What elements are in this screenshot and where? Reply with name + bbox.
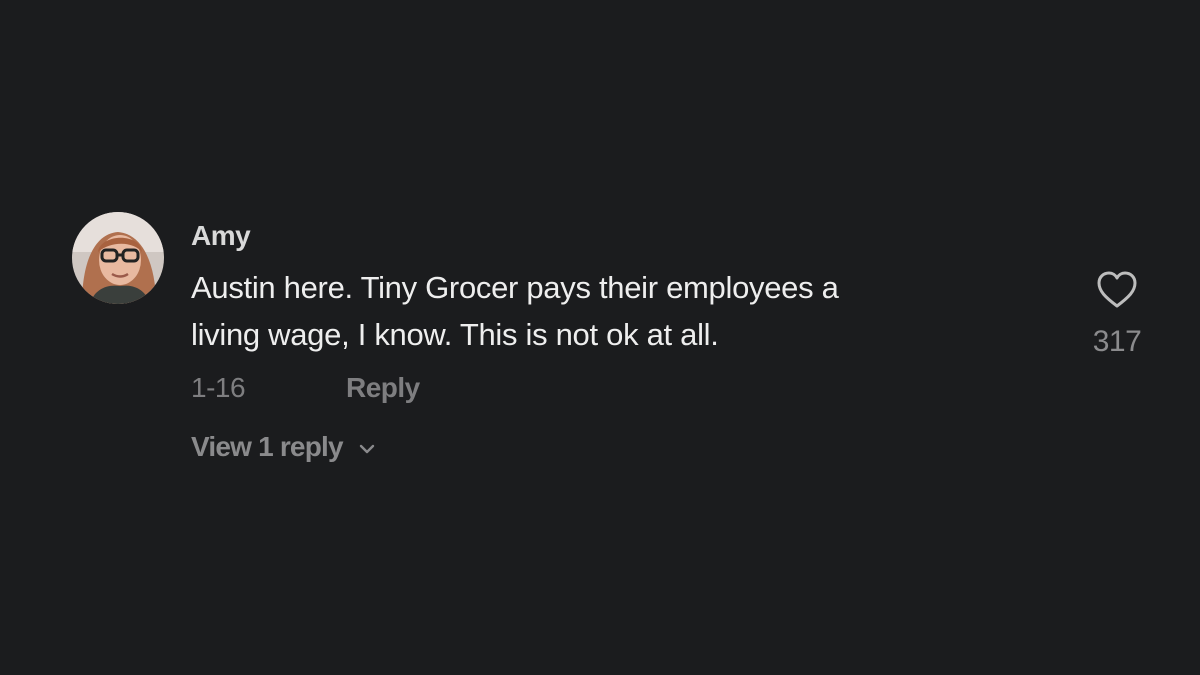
comment-text-line-2: living wage, I know. This is not ok at a…	[191, 317, 719, 352]
like-section: 317	[1082, 270, 1152, 359]
comment-screen: Amy Austin here. Tiny Grocer pays their …	[0, 0, 1200, 675]
view-replies-label: View 1 reply	[191, 431, 344, 462]
comment-text: Austin here. Tiny Grocer pays their empl…	[191, 264, 1051, 358]
reply-button[interactable]: Reply	[346, 372, 420, 404]
comment-date: 1-16	[191, 372, 246, 403]
avatar-photo	[72, 212, 164, 304]
like-count: 317	[1092, 325, 1142, 358]
heart-icon[interactable]	[1082, 270, 1152, 315]
comment-author[interactable]: Amy	[191, 220, 251, 252]
comment-item: Amy Austin here. Tiny Grocer pays their …	[72, 212, 1152, 472]
comment-text-line-1: Austin here. Tiny Grocer pays their empl…	[191, 270, 839, 305]
avatar[interactable]	[72, 212, 164, 304]
view-replies-button[interactable]: View 1 reply	[191, 431, 377, 463]
chevron-down-icon	[357, 431, 377, 463]
